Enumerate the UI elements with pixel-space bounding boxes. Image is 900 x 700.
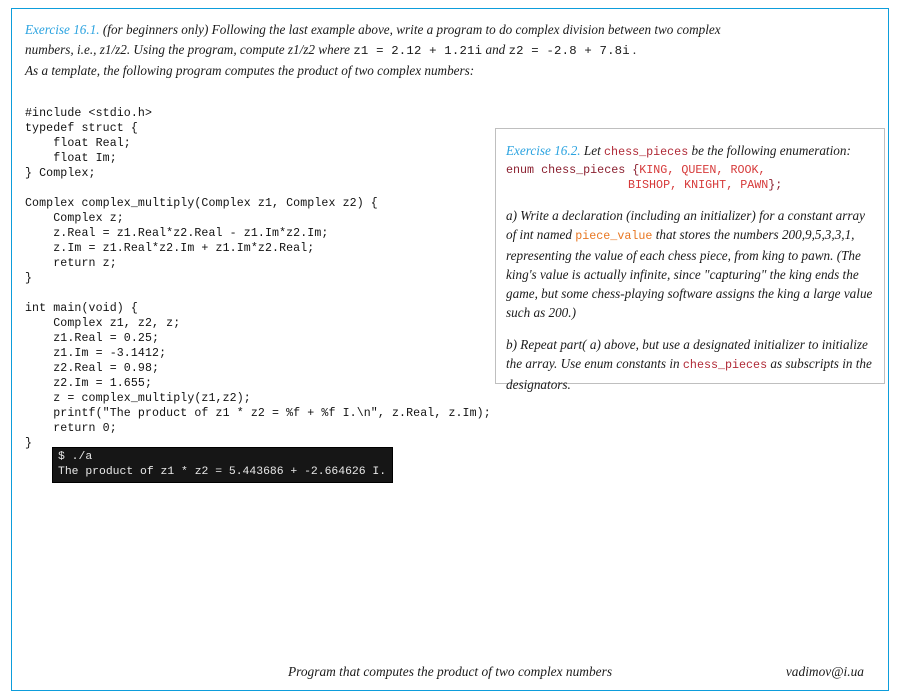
intro-line1-text: (for beginners only) Following the last … [99, 22, 721, 37]
intro-z1-expression: z1 = 2.12 + 1.21i [353, 43, 483, 58]
exercise-16-1-intro: Exercise 16.1. (for beginners only) Foll… [25, 20, 870, 81]
exercise-16-2-heading: Exercise 16.2. Let chess_pieces be the f… [506, 141, 874, 162]
intro-line2-and: and [482, 41, 509, 57]
intro-line2-text: numbers, i.e., z1/z2. Using the program,… [25, 41, 354, 57]
terminal-output-box: $ ./a The product of z1 * z2 = 5.443686 … [52, 447, 393, 483]
intro-line2-end: . [629, 41, 637, 57]
exercise-16-2-part-b: b) Repeat part( a) above, but use a desi… [506, 335, 874, 394]
enum-constants-line-2: BISHOP, KNIGHT, PAWN [628, 178, 769, 192]
enum-constants-line-1: KING, QUEEN, ROOK, [639, 163, 766, 177]
enum-closing-brace: }; [768, 178, 783, 192]
exercise-16-2-part-a: a) Write a declaration (including an ini… [506, 206, 874, 322]
enum-keyword-part: enum chess_pieces { [506, 163, 640, 177]
exercise-16-2-head-a: Let [580, 143, 605, 158]
chess-pieces-identifier: chess_pieces [604, 145, 689, 159]
footer-email: vadimov@i.ua [785, 664, 864, 679]
footer-caption: Program that computes the product of two… [287, 664, 613, 679]
exercise-16-2-label: Exercise 16.2. [506, 143, 581, 158]
chess-pieces-identifier-b: chess_pieces [682, 358, 768, 372]
terminal-command-line: $ ./a [58, 451, 93, 463]
c-source-code-listing: #include <stdio.h> typedef struct { floa… [25, 106, 491, 450]
intro-line3-text: As a template, the following program com… [25, 63, 475, 78]
enum-declaration-line-1: enum chess_pieces {KING, QUEEN, ROOK, [506, 163, 874, 178]
exercise-16-2-box: Exercise 16.2. Let chess_pieces be the f… [495, 128, 885, 392]
enum-declaration-line-2: BISHOP, KNIGHT, PAWN}; [506, 178, 874, 193]
document-page: Exercise 16.1. (for beginners only) Foll… [0, 0, 900, 700]
piece-value-identifier: piece_value [575, 229, 653, 243]
intro-z2-expression: z2 = -2.8 + 7.8i [508, 43, 630, 58]
exercise-16-2-head-b: be the following enumeration: [688, 143, 851, 158]
terminal-result-line: The product of z1 * z2 = 5.443686 + -2.6… [58, 466, 387, 478]
exercise-16-1-label: Exercise 16.1. [25, 22, 100, 37]
